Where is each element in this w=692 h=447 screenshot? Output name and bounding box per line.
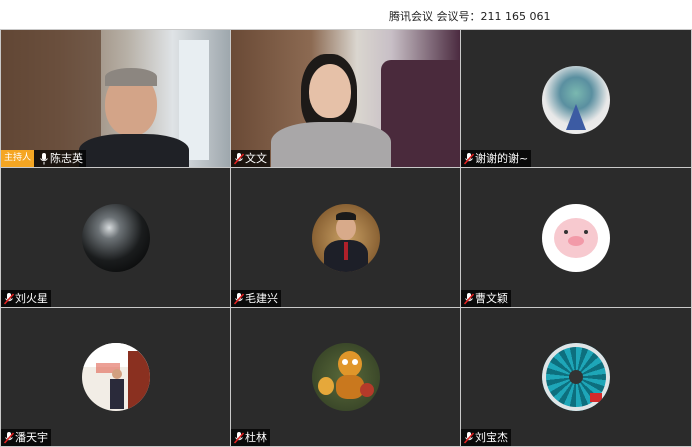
- mic-muted-icon: [234, 292, 244, 305]
- host-badge: 主持人: [1, 150, 35, 167]
- participant-video-feed: [231, 30, 460, 167]
- participant-tile-1[interactable]: 主持人 陈志英: [1, 30, 230, 167]
- participant-name: 文文: [245, 152, 267, 165]
- participant-name: 毛建兴: [245, 292, 278, 305]
- mic-muted-icon: [4, 292, 14, 305]
- participant-tile-2[interactable]: 文文: [231, 30, 460, 167]
- participant-nameplate: 刘火星: [1, 290, 51, 307]
- participant-nameplate: 刘宝杰: [461, 429, 511, 446]
- participant-tile-6[interactable]: 曹文颖: [461, 168, 691, 307]
- mic-muted-icon: [4, 431, 14, 444]
- participant-tile-3[interactable]: 谢谢的谢~: [461, 30, 691, 167]
- participant-nameplate: 谢谢的谢~: [461, 150, 532, 167]
- mic-muted-icon: [464, 431, 474, 444]
- participant-tile-4[interactable]: 刘火星: [1, 168, 230, 307]
- participant-name: 曹文颖: [475, 292, 508, 305]
- mic-muted-icon: [464, 152, 474, 165]
- pink-pig-cartoon-avatar: [542, 204, 610, 272]
- participant-name: 潘天宇: [15, 431, 48, 444]
- participant-tile-8[interactable]: 杜林: [231, 308, 460, 446]
- participant-tile-7[interactable]: 潘天宇: [1, 308, 230, 446]
- participant-tile-9[interactable]: 刘宝杰: [461, 308, 691, 446]
- mic-muted-icon: [234, 152, 244, 165]
- participant-name: 杜林: [245, 431, 267, 444]
- meeting-title: 腾讯会议 会议号：211 165 061: [389, 10, 551, 23]
- flower-bouquet-avatar: [542, 66, 610, 134]
- participant-nameplate: 曹文颖: [461, 290, 511, 307]
- participant-nameplate: 主持人 陈志英: [1, 150, 87, 167]
- video-grid: 主持人 陈志英 文文 谢谢的谢~ 刘火星 毛建兴 曹文颖 潘天宇 杜林 刘宝杰: [0, 29, 692, 447]
- participant-nameplate: 潘天宇: [1, 429, 51, 446]
- mic-muted-icon: [234, 431, 244, 444]
- participant-video-feed: [1, 30, 230, 167]
- portrait-suit-avatar: [312, 204, 380, 272]
- title-bar: 腾讯会议 会议号：211 165 061: [0, 0, 692, 29]
- participant-nameplate: 文文: [231, 150, 270, 167]
- mic-icon: [40, 152, 48, 164]
- participant-nameplate: 杜林: [231, 429, 270, 446]
- participant-tile-5[interactable]: 毛建兴: [231, 168, 460, 307]
- participant-nameplate: 毛建兴: [231, 290, 281, 307]
- participant-name: 刘宝杰: [475, 431, 508, 444]
- mic-muted-icon: [464, 292, 474, 305]
- turbine-fan-avatar: [542, 343, 610, 411]
- glass-sphere-avatar: [82, 204, 150, 272]
- cartoon-figurines-avatar: [312, 343, 380, 411]
- participant-name: 刘火星: [15, 292, 48, 305]
- office-presentation-avatar: [82, 343, 150, 411]
- participant-name: 谢谢的谢~: [475, 152, 529, 165]
- participant-name: 陈志英: [50, 152, 84, 165]
